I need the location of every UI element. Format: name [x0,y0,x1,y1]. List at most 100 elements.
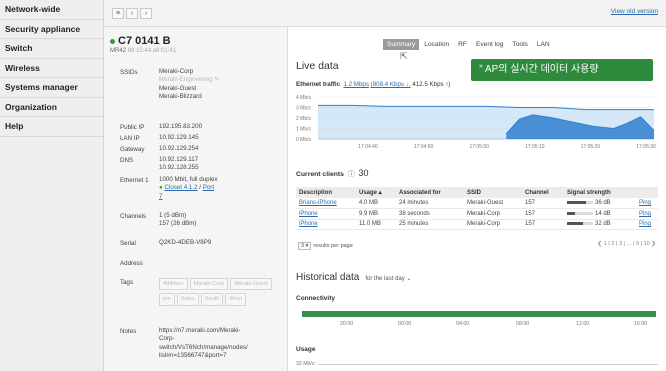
ethernet-label: Ethernet 1 [120,177,149,184]
col-action [636,187,658,198]
table-row[interactable]: iPhone 11.0 MB 25 minutes Meraki-Corp 157 32 … [296,219,658,230]
dns-values: 10.92.129.117 10.92.128.255 [159,156,199,172]
chart-x-tick-label: 17:04:50 [414,144,434,150]
col-description[interactable]: Description [296,187,356,198]
client-description[interactable]: iPhone [296,208,356,220]
address-label: Address [120,260,143,267]
signal-bar-fill [567,222,584,226]
tab-location[interactable]: Location [420,39,453,50]
ethernet-traffic: Ethernet traffic 1.2 Mbps (808.4 Kbps ↓,… [296,81,451,88]
tab-rf[interactable]: RF [454,39,471,50]
tags-label: Tags [120,279,134,286]
closet-link[interactable]: Closet 4.1.2 [164,184,197,191]
chevron-left-icon[interactable]: ‹ [126,8,138,19]
ssids-list: Meraki-Corp Meraki-Engineering ✎ Meraki-… [159,68,220,100]
notes-value: https://n7.meraki.com/Meraki- Corp- swit… [159,327,248,359]
usage-label: Usage [296,346,316,353]
signal-bar [567,211,593,215]
ssids-label: SSIDs [120,69,138,76]
connectivity-bar [302,311,656,317]
client-usage: 4.0 MB [356,198,396,209]
chart-y-tick-label: 2 Mb/s [296,116,312,122]
usage-top-tick: 32 Mb/s [296,361,315,367]
chart-x-tick-label: 17:05:30 [636,144,656,150]
conn-tick: 04:00 [456,321,470,327]
conn-tick: 20:00 [340,321,354,327]
client-ping[interactable]: Ping [636,198,658,209]
traffic-total[interactable]: 1.2 Mbps [343,81,368,88]
current-clients-heading: Current clients ⓘ 30 [296,168,369,178]
mouse-cursor-icon: ⇱ [400,51,408,61]
tag-chip[interactable]: West [225,293,247,306]
client-description[interactable]: Brians-iPhone [296,198,356,209]
tab-bar: Summary Location RF Event log Tools LAN [383,33,555,50]
top-toolbar: ≡ ‹ › View old version [104,0,666,27]
tab-event-log[interactable]: Event log [472,39,508,50]
usage-chart-baseline [318,364,658,365]
annotation-banner: » AP의 실시간 데이터 사용량 [471,59,653,81]
public-ip-label: Public IP [120,124,145,131]
client-associated: 38 seconds [396,208,464,220]
client-description[interactable]: iPhone [296,219,356,230]
col-ssid[interactable]: SSID [464,187,522,198]
per-page-select[interactable]: 3 ▾ [298,242,312,250]
tag-chip[interactable]: Meraki-Corp [189,278,229,291]
table-row[interactable]: Brians-iPhone 4.0 MB 24 minutes Meraki-Gues… [296,198,658,209]
signal-bar [567,200,593,204]
tab-tools[interactable]: Tools [508,39,531,50]
conn-tick: 08:00 [516,321,530,327]
client-associated: 25 minutes [396,219,464,230]
tab-lan[interactable]: LAN [533,39,554,50]
nav-item-help[interactable]: Help [0,117,103,137]
tag-chip[interactable]: South [200,293,224,306]
col-signal[interactable]: Signal strength [564,187,636,198]
col-channel[interactable]: Channel [522,187,564,198]
col-usage[interactable]: Usage ▴ [356,187,396,198]
chevron-right-icon[interactable]: › [140,8,152,19]
clients-count: 30 [358,168,369,178]
nav-item-wireless[interactable]: Wireless [0,59,103,78]
nav-item-organization[interactable]: Organization [0,98,103,117]
client-ssid: Meraki-Guest [464,198,522,209]
conn-tick: 00:00 [398,321,412,327]
conn-tick: 12:00 [576,321,590,327]
tag-chip[interactable]: Sales [176,293,199,306]
tab-summary[interactable]: Summary [383,39,420,50]
chart-y-tick-label: 3 Mb/s [296,106,312,112]
time-range-dropdown[interactable]: for the last day ⌄ [365,276,411,282]
device-model-mac: MR42 88:15:44:a8:01:41 [110,48,177,54]
tag-chip[interactable]: 4thFloor [159,278,188,291]
notes-label: Notes [120,328,137,335]
conn-tick: 16:00 [634,321,648,327]
main-content: Summary Location RF Event log Tools LAN ⇱ Liv… [288,27,666,371]
port-link[interactable]: Port [203,184,214,191]
traffic-down[interactable]: (808.4 Kbps ↓, [371,81,411,88]
port-number-link[interactable]: 7 [159,193,162,200]
tags-list: 4thFloor Meraki-Corp Meraki-Guest pm Sales So… [159,278,284,309]
tag-chip[interactable]: Meraki-Guest [230,278,272,291]
tag-chip[interactable]: pm [159,293,175,306]
view-old-version-link[interactable]: View old version [611,8,658,15]
list-view-icon[interactable]: ≡ [112,8,124,19]
table-row[interactable]: iPhone 9.9 MB 38 seconds Meraki-Corp 157 14 d… [296,208,658,220]
client-ssid: Meraki-Corp [464,208,522,220]
client-ping[interactable]: Ping [636,208,658,220]
serial-value: Q2KD-4DEB-V8P9 [159,239,212,246]
device-detail-panel: C7 0141 B MR42 88:15:44:a8:01:41 SSIDs M… [104,27,288,371]
ssid-disabled: Meraki-Engineering ✎ [159,76,220,84]
client-ping[interactable]: Ping [636,219,658,230]
info-icon[interactable]: ⓘ [348,171,355,178]
client-channel: 157 [522,219,564,230]
nav-item-security-appliance[interactable]: Security appliance [0,20,103,39]
client-signal: 36 dB [564,198,636,209]
dns-label: DNS [120,157,134,164]
lan-ip-value: 10.92.129.145 [159,134,199,141]
nav-item-switch[interactable]: Switch [0,39,103,59]
connectivity-label: Connectivity [296,295,336,302]
col-associated-for[interactable]: Associated for [396,187,464,198]
gateway-label: Gateway [120,146,145,153]
nav-item-systems-manager[interactable]: Systems manager [0,78,103,98]
pagination[interactable]: ❮ 1 | 2 | 3 | ... | 9 | 10 ❯ [597,241,656,247]
nav-item-network-wide[interactable]: Network-wide [0,0,103,20]
client-usage: 11.0 MB [356,219,396,230]
